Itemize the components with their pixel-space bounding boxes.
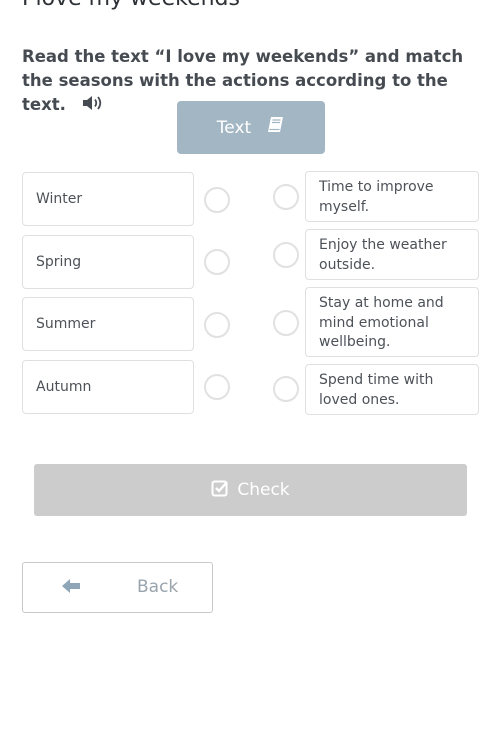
action-label: Time to improve myself. [319,179,434,215]
back-button[interactable]: Back [22,562,213,613]
checkbox-checked-icon [211,479,229,502]
action-item[interactable]: Stay at home and mind emotional wellbein… [305,287,479,357]
season-item-winter[interactable]: Winter [22,172,194,226]
arrow-left-icon [61,577,81,600]
left-connector-radio[interactable] [204,249,230,275]
text-button[interactable]: Text [177,101,325,154]
action-label: Spend time with loved ones. [319,372,434,408]
right-connector-radio[interactable] [273,184,299,210]
season-label: Winter [36,191,83,207]
season-label: Autumn [36,379,92,395]
left-connector-radio[interactable] [204,374,230,400]
action-label: Enjoy the weather outside. [319,237,447,273]
action-item[interactable]: Time to improve myself. [305,171,479,222]
season-item-autumn[interactable]: Autumn [22,360,194,414]
left-connector-radio[interactable] [204,187,230,213]
season-label: Summer [36,316,96,332]
right-connector-radio[interactable] [273,242,299,268]
page-title: I love my weekends [22,0,240,11]
season-item-summer[interactable]: Summer [22,297,194,351]
season-label: Spring [36,254,82,270]
season-item-spring[interactable]: Spring [22,235,194,289]
back-button-label: Back [137,577,179,597]
check-button[interactable]: Check [34,464,467,516]
action-item[interactable]: Enjoy the weather outside. [305,229,479,280]
check-button-label: Check [237,480,290,500]
left-connector-radio[interactable] [204,312,230,338]
text-button-label: Text [216,117,252,138]
action-label: Stay at home and mind emotional wellbein… [319,295,444,350]
right-connector-radio[interactable] [273,310,299,336]
book-icon [267,116,285,139]
action-item[interactable]: Spend time with loved ones. [305,364,479,415]
speaker-icon[interactable] [82,94,104,118]
right-connector-radio[interactable] [273,376,299,402]
